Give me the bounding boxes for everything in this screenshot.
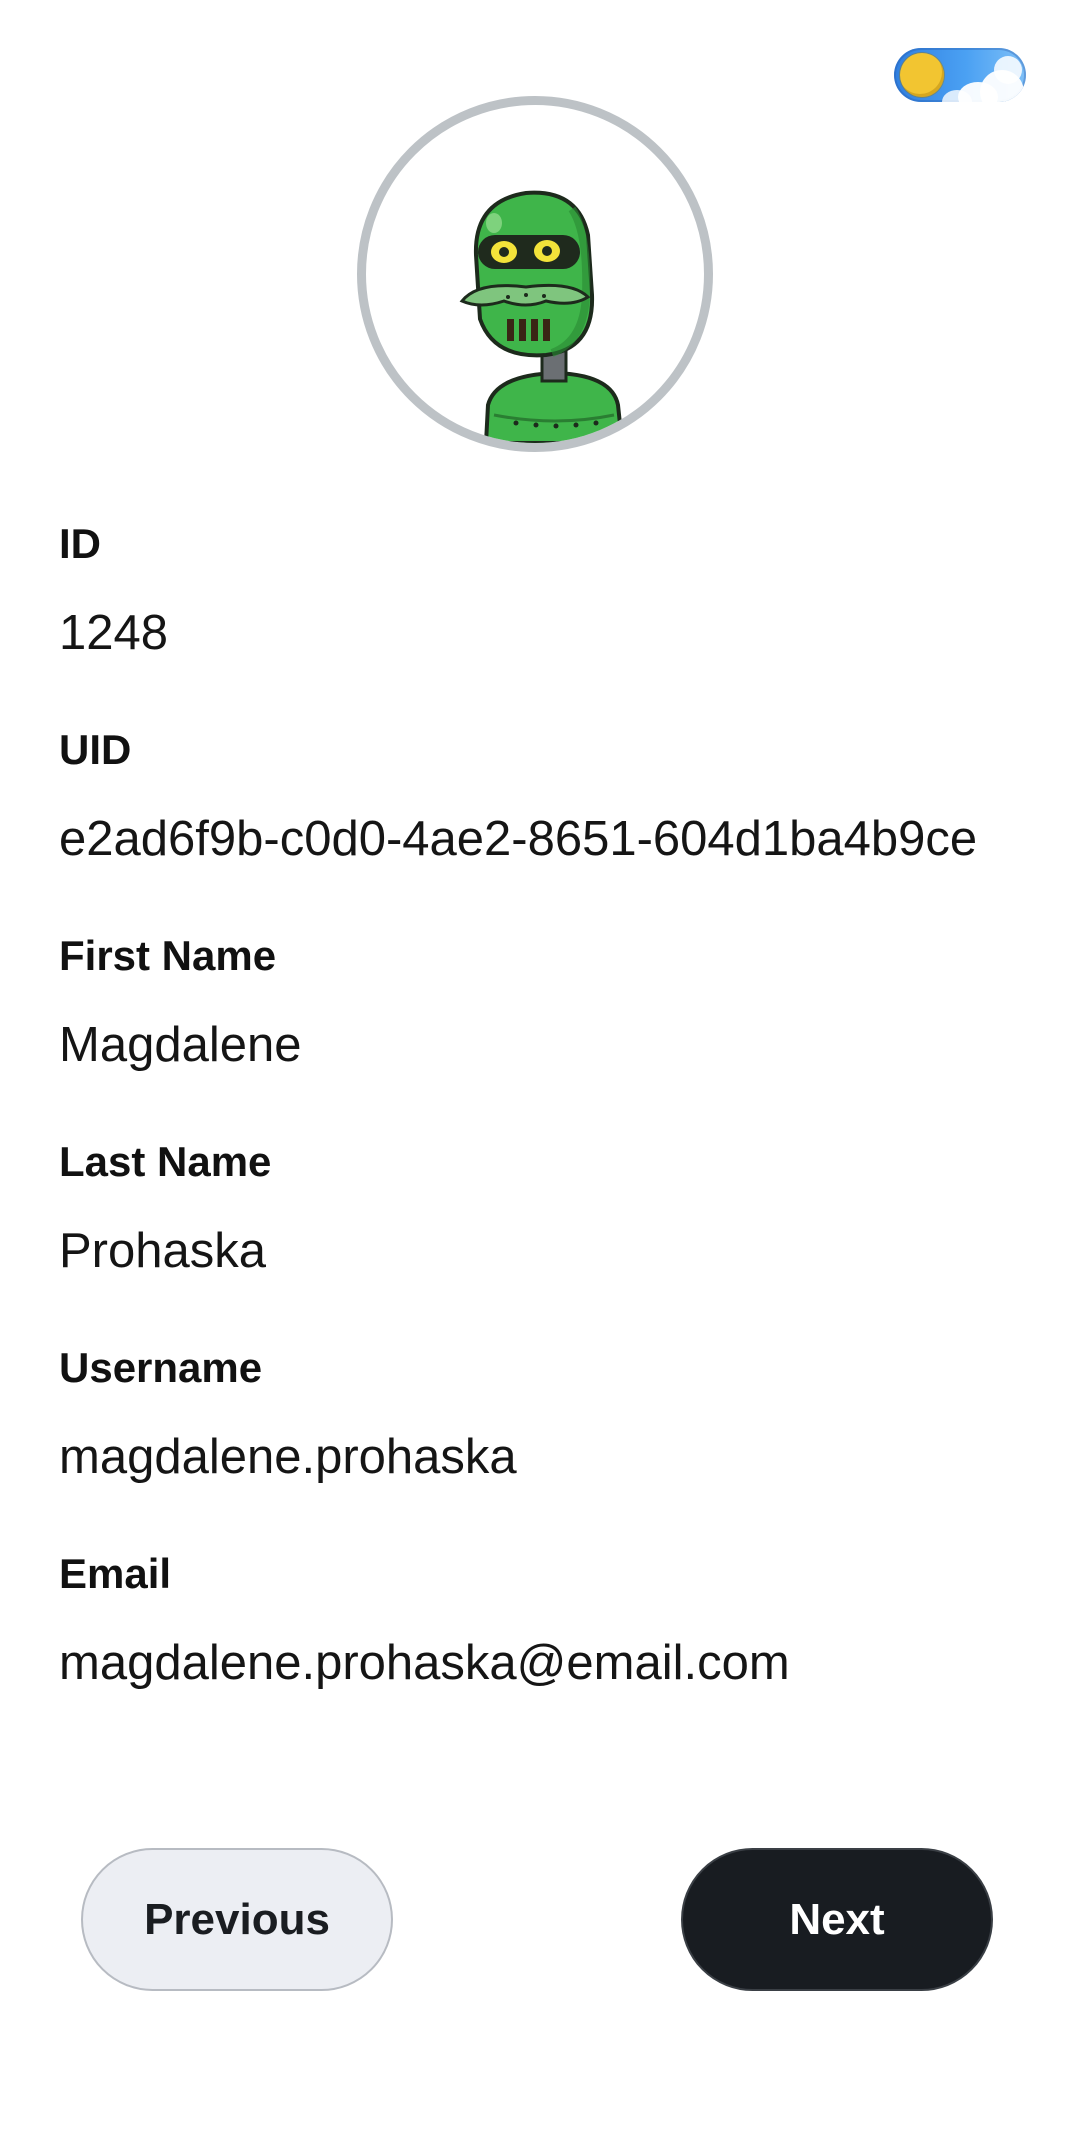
- field-username: Username magdalene.prohaska: [59, 1340, 1039, 1546]
- field-uid: UID e2ad6f9b-c0d0-4ae2-8651-604d1ba4b9ce: [59, 722, 1039, 928]
- sun-icon: [900, 53, 944, 97]
- field-value: magdalene.prohaska@email.com: [59, 1636, 790, 1690]
- theme-toggle[interactable]: [894, 48, 1026, 102]
- field-value: magdalene.prohaska: [59, 1430, 517, 1484]
- field-first-name: First Name Magdalene: [59, 928, 1039, 1134]
- avatar: [357, 96, 713, 452]
- field-label: First Name: [59, 932, 277, 979]
- field-label: ID: [59, 520, 101, 567]
- field-last-name: Last Name Prohaska: [59, 1134, 1039, 1340]
- field-label: Username: [59, 1344, 263, 1391]
- profile-fields: ID 1248 UID e2ad6f9b-c0d0-4ae2-8651-604d…: [59, 516, 1039, 1752]
- next-button[interactable]: Next: [681, 1848, 993, 1991]
- field-id: ID 1248: [59, 516, 1039, 722]
- field-label: Last Name: [59, 1138, 272, 1185]
- field-value: Prohaska: [59, 1224, 267, 1278]
- field-value: e2ad6f9b-c0d0-4ae2-8651-604d1ba4b9ce: [59, 812, 978, 866]
- previous-button[interactable]: Previous: [81, 1848, 393, 1991]
- cloud-icon: [994, 56, 1022, 84]
- field-label: Email: [59, 1550, 172, 1597]
- field-value: 1248: [59, 606, 169, 660]
- robot-avatar-icon: [459, 190, 625, 443]
- field-label: UID: [59, 726, 132, 773]
- field-email: Email magdalene.prohaska@email.com: [59, 1546, 1039, 1752]
- field-value: Magdalene: [59, 1018, 302, 1072]
